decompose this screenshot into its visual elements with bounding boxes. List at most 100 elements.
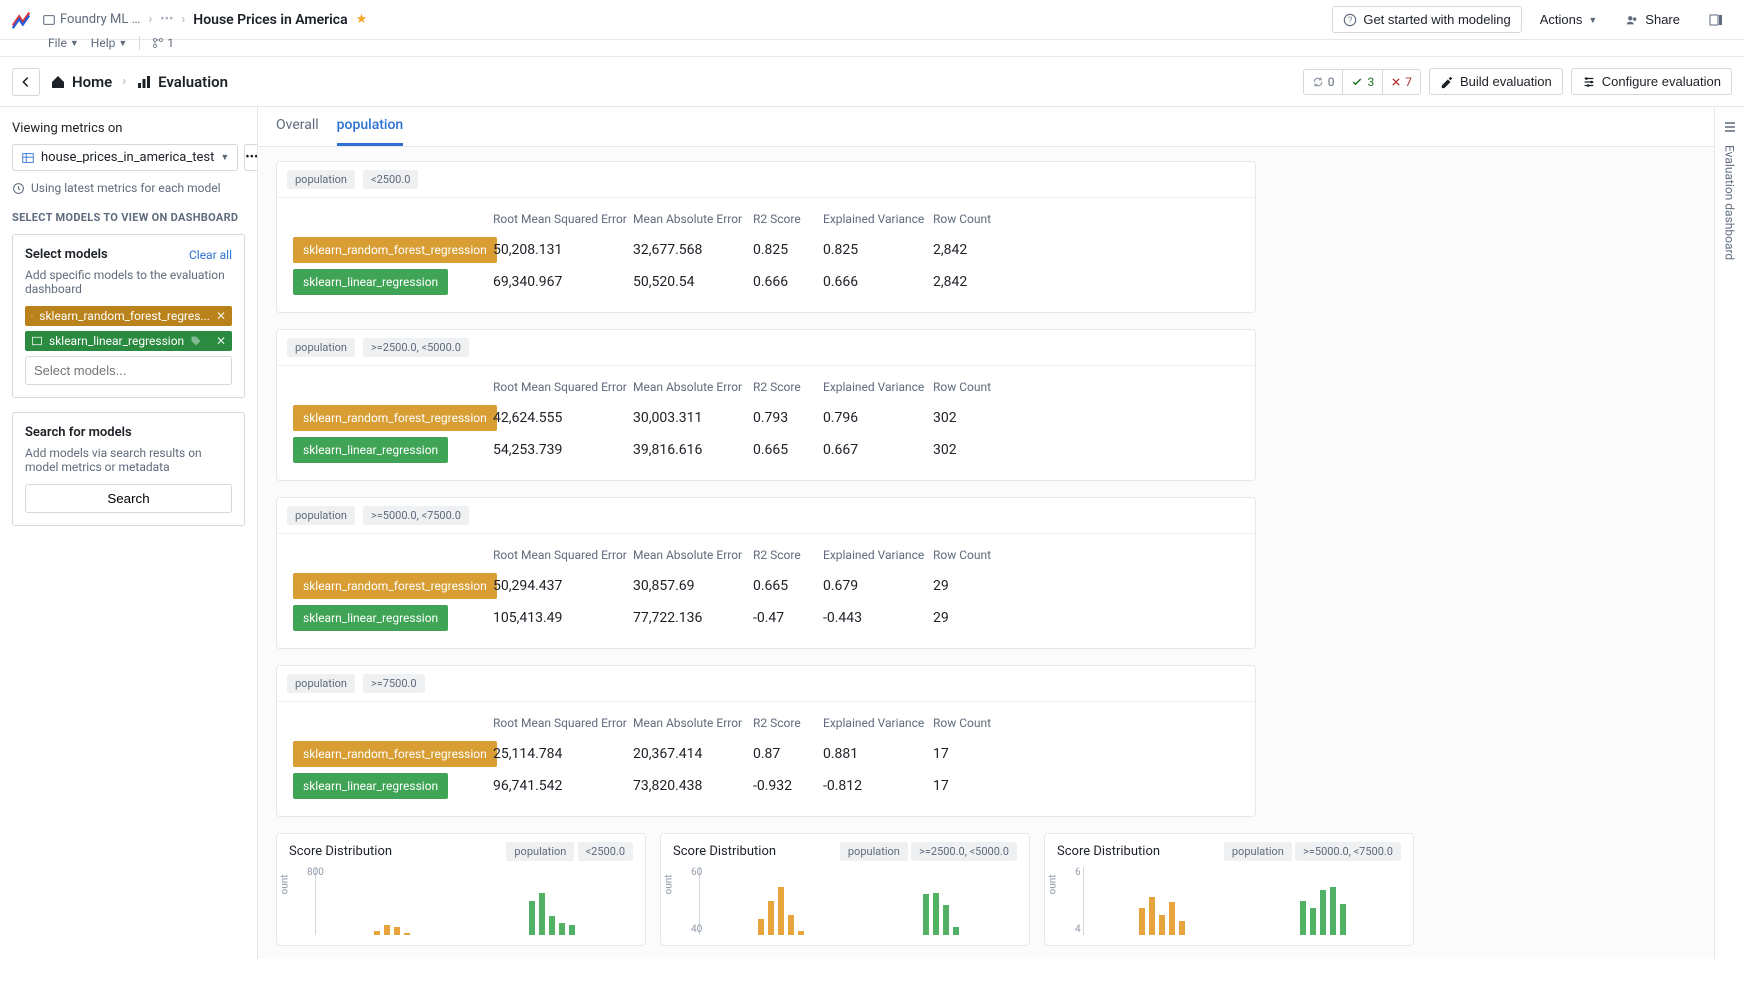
chart-icon	[136, 74, 152, 90]
remove-chip-icon[interactable]: ✕	[216, 334, 226, 348]
metric-value: 0.87	[753, 738, 823, 770]
get-started-button[interactable]: ? Get started with modeling	[1332, 6, 1521, 33]
metric-value: 0.679	[823, 570, 933, 602]
metric-value: 0.881	[823, 738, 933, 770]
metric-row: sklearn_linear_regression69,340.96750,52…	[293, 266, 1243, 298]
metric-value: 0.666	[753, 266, 823, 298]
app-logo	[10, 9, 32, 31]
home-link[interactable]: Home	[50, 73, 112, 91]
clear-all-link[interactable]: Clear all	[189, 248, 232, 262]
chart-subset-range: >=5000.0, <7500.0	[1295, 842, 1401, 861]
dataset-more-button[interactable]: •••	[244, 144, 258, 171]
sidebar: Viewing metrics on house_prices_in_ameri…	[0, 107, 258, 959]
metric-value: -0.932	[753, 770, 823, 802]
select-models-input[interactable]	[25, 356, 232, 385]
tab-population[interactable]: population	[337, 117, 404, 146]
panel-toggle-button[interactable]	[1698, 7, 1734, 33]
file-menu[interactable]: File▼	[48, 36, 79, 50]
share-button[interactable]: Share	[1615, 7, 1690, 32]
breadcrumb-project[interactable]: Foundry ML …	[42, 12, 140, 27]
chart-subset-range: <2500.0	[578, 842, 633, 861]
metric-value: 77,722.136	[633, 602, 753, 634]
metric-value: 25,114.784	[493, 738, 633, 770]
select-models-title: Select models	[25, 247, 108, 262]
tabs: Overall population	[258, 107, 1714, 147]
metric-row: sklearn_random_forest_regression50,208.1…	[293, 234, 1243, 266]
folder-icon	[42, 13, 56, 27]
list-icon[interactable]	[1722, 119, 1738, 135]
metrics-panel: population<2500.0.Root Mean Squared Erro…	[276, 161, 1256, 313]
metric-header: Explained Variance	[823, 716, 933, 738]
select-models-desc: Add specific models to the evaluation da…	[25, 268, 232, 296]
chart-title: Score Distribution	[673, 844, 776, 859]
metric-value: 17	[933, 738, 1023, 770]
model-chip-rf: sklearn_random_forest_regres... ✕	[25, 306, 232, 326]
metric-value: -0.443	[823, 602, 933, 634]
chart-bars	[699, 867, 1017, 935]
star-icon[interactable]: ★	[356, 12, 368, 27]
metric-header: Root Mean Squared Error	[493, 212, 633, 234]
home-icon	[50, 74, 66, 90]
model-badge: sklearn_linear_regression	[293, 773, 448, 799]
model-chip-lr: sklearn_linear_regression ✕	[25, 331, 232, 351]
subset-label: population	[287, 506, 355, 525]
subset-label: population	[287, 338, 355, 357]
metric-value: 0.796	[823, 402, 933, 434]
chart-subset-label: population	[1224, 842, 1292, 861]
chevron-right-icon: ›	[148, 12, 152, 27]
model-badge: sklearn_random_forest_regression	[293, 405, 497, 431]
subset-label: population	[287, 674, 355, 693]
chart-bars	[1083, 867, 1401, 935]
metric-header: Explained Variance	[823, 212, 933, 234]
sliders-icon	[1582, 75, 1596, 89]
metric-value: 0.825	[753, 234, 823, 266]
x-icon	[1391, 77, 1401, 87]
metric-value: 302	[933, 434, 1023, 466]
metrics-panel: population>=5000.0, <7500.0.Root Mean Sq…	[276, 497, 1256, 649]
rail-dashboard-tab[interactable]: Evaluation dashboard	[1723, 145, 1737, 260]
chart-title: Score Distribution	[1057, 844, 1160, 859]
metric-value: 32,677.568	[633, 234, 753, 266]
build-status[interactable]: 0 3 7	[1303, 69, 1421, 95]
dataset-select[interactable]: house_prices_in_america_test ▼	[12, 144, 238, 171]
metrics-panel: population>=2500.0, <5000.0.Root Mean Sq…	[276, 329, 1256, 481]
search-button[interactable]: Search	[25, 484, 232, 513]
help-menu[interactable]: Help▼	[91, 36, 128, 50]
viewing-label: Viewing metrics on	[12, 121, 245, 136]
divider	[139, 36, 140, 50]
chart-card: Score Distributionpopulation >=2500.0, <…	[660, 833, 1030, 946]
build-evaluation-button[interactable]: Build evaluation	[1429, 68, 1563, 95]
ellipsis-icon[interactable]: •••	[160, 12, 173, 27]
chart-title: Score Distribution	[289, 844, 392, 859]
actions-menu[interactable]: Actions ▼	[1530, 7, 1608, 32]
subset-range: >=5000.0, <7500.0	[363, 506, 469, 525]
chart-subset-range: >=2500.0, <5000.0	[911, 842, 1017, 861]
metric-value: 54,253.739	[493, 434, 633, 466]
people-icon	[1625, 13, 1639, 27]
tag-icon	[190, 335, 202, 347]
metric-header: R2 Score	[753, 548, 823, 570]
metric-header: Root Mean Squared Error	[493, 548, 633, 570]
configure-evaluation-button[interactable]: Configure evaluation	[1571, 68, 1732, 95]
metric-value: 50,208.131	[493, 234, 633, 266]
check-icon	[1351, 76, 1363, 88]
metric-value: 20,367.414	[633, 738, 753, 770]
chevron-right-icon: ›	[181, 12, 185, 27]
metric-header: Row Count	[933, 212, 1023, 234]
clock-icon	[12, 182, 25, 195]
metric-header: Root Mean Squared Error	[493, 380, 633, 402]
remove-chip-icon[interactable]: ✕	[216, 309, 226, 323]
metric-value: 302	[933, 402, 1023, 434]
tab-overall[interactable]: Overall	[276, 117, 319, 146]
metric-header: R2 Score	[753, 716, 823, 738]
model-badge: sklearn_random_forest_regression	[293, 573, 497, 599]
metrics-panel: population>=7500.0.Root Mean Squared Err…	[276, 665, 1256, 817]
metric-row: sklearn_random_forest_regression42,624.5…	[293, 402, 1243, 434]
metric-header: R2 Score	[753, 212, 823, 234]
metric-value: 0.825	[823, 234, 933, 266]
metric-value: 2,842	[933, 234, 1023, 266]
branch-indicator[interactable]: 1	[152, 36, 174, 50]
back-button[interactable]	[12, 68, 40, 96]
metric-header: R2 Score	[753, 380, 823, 402]
metric-header: Row Count	[933, 548, 1023, 570]
